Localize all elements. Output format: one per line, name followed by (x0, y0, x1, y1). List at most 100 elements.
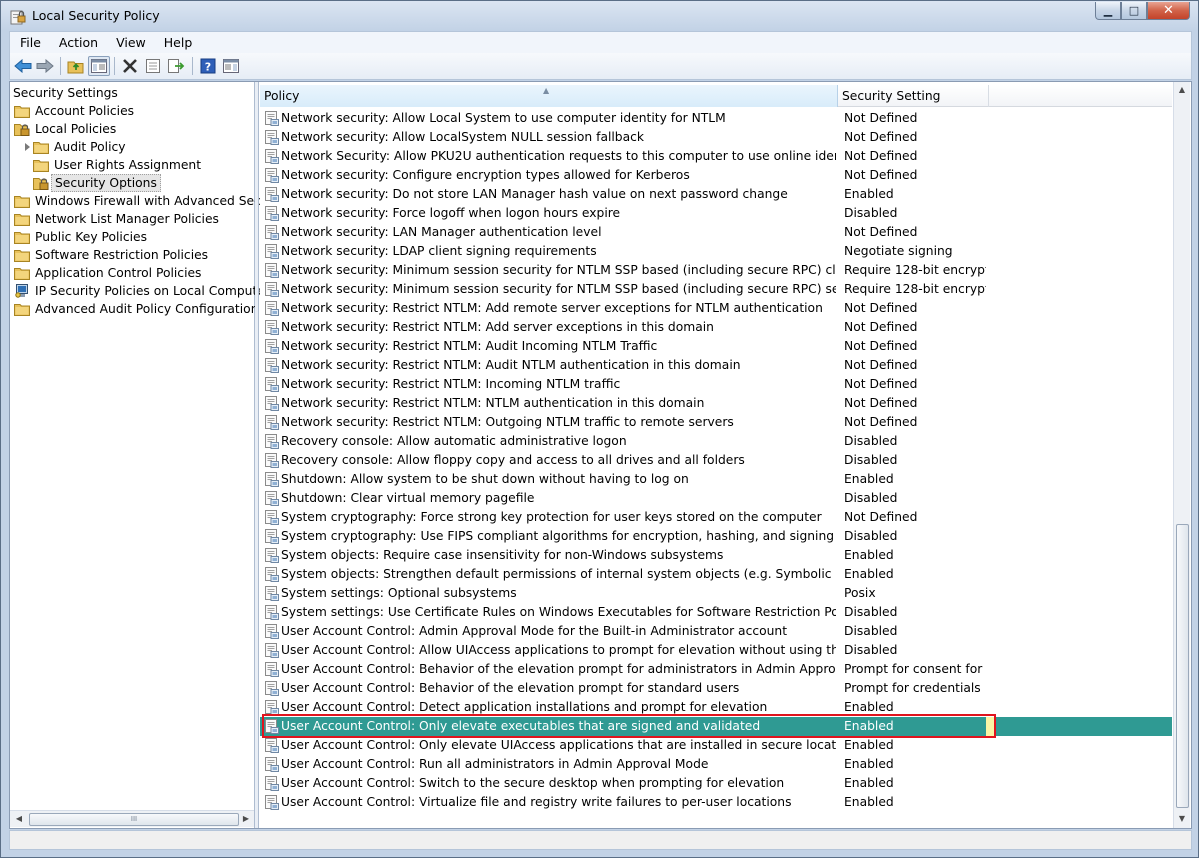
security-setting-value: Not Defined (844, 358, 918, 372)
policy-row[interactable]: Network security: Minimum session securi… (260, 261, 1172, 280)
column-header-policy[interactable]: ▲ Policy (260, 85, 838, 107)
policy-icon (265, 396, 279, 411)
tree-item-public-key-policies[interactable]: Public Key Policies (10, 228, 255, 246)
policy-row[interactable]: Network security: LDAP client signing re… (260, 242, 1172, 261)
policy-icon (265, 130, 279, 145)
menu-file[interactable]: File (10, 35, 49, 50)
policy-row[interactable]: System settings: Optional subsystems Posi… (260, 584, 1172, 603)
policy-row[interactable]: User Account Control: Switch to the secu… (260, 774, 1172, 793)
policy-row[interactable]: Recovery console: Allow automatic admini… (260, 432, 1172, 451)
security-setting-value: Not Defined (844, 510, 918, 524)
help-icon[interactable]: ? (197, 56, 219, 76)
policy-row[interactable]: Network security: Restrict NTLM: Audit N… (260, 356, 1172, 375)
policy-row[interactable]: Network security: LAN Manager authentica… (260, 223, 1172, 242)
menu-action[interactable]: Action (49, 35, 106, 50)
tree-item-software-restriction-policies[interactable]: Software Restriction Policies (10, 246, 255, 264)
pane-splitter[interactable] (255, 82, 259, 828)
policy-row[interactable]: User Account Control: Only elevate UIAcc… (260, 736, 1172, 755)
console-tree: Security Settings Account Policies Local P… (10, 84, 289, 318)
policy-icon (265, 415, 279, 430)
policy-row[interactable]: Shutdown: Clear virtual memory pagefile D… (260, 489, 1172, 508)
policy-row[interactable]: Network security: Allow LocalSystem NULL… (260, 128, 1172, 147)
tree-item-security-settings[interactable]: Security Settings (10, 84, 255, 102)
console-tree-pane: Security Settings Account Policies Local P… (10, 82, 289, 828)
tree-item-application-control-policies[interactable]: Application Control Policies (10, 264, 255, 282)
policy-row[interactable]: Network security: Minimum session securi… (260, 280, 1172, 299)
menu-bar: File Action View Help (9, 31, 1192, 53)
tree-item-account-policies[interactable]: Account Policies (10, 102, 255, 120)
policy-row[interactable]: Network security: Force logoff when logo… (260, 204, 1172, 223)
policy-row[interactable]: Network security: Restrict NTLM: Incomin… (260, 375, 1172, 394)
tree-item-ip-security-policies-on-local-computer[interactable]: IP Security Policies on Local Computer (10, 282, 270, 300)
tree-item-network-list-manager-policies[interactable]: Network List Manager Policies (10, 210, 255, 228)
close-button[interactable]: ✕ (1147, 2, 1190, 20)
policy-row[interactable]: Network security: Restrict NTLM: Audit I… (260, 337, 1172, 356)
scroll-thumb[interactable]: III (29, 813, 239, 826)
menu-view[interactable]: View (106, 35, 154, 50)
policy-row[interactable]: User Account Control: Admin Approval Mod… (260, 622, 1172, 641)
tree-item-label: Windows Firewall with Advanced Security (35, 194, 290, 208)
show-hide-action-pane-icon[interactable] (220, 56, 242, 76)
security-setting-value: Enabled (844, 187, 894, 201)
policy-name: Network security: Restrict NTLM: Audit I… (281, 339, 658, 353)
show-hide-tree-icon[interactable] (88, 56, 110, 76)
back-arrow-icon[interactable] (12, 56, 34, 76)
policy-row[interactable]: System settings: Use Certificate Rules o… (260, 603, 1172, 622)
tree-item-security-options[interactable]: Security Options (10, 174, 255, 192)
policy-icon (265, 643, 279, 658)
policy-row[interactable]: Network security: Allow Local System to … (260, 109, 1172, 128)
policy-row[interactable]: User Account Control: Behavior of the el… (260, 679, 1172, 698)
scroll-down-icon[interactable]: ▼ (1176, 812, 1188, 826)
tree-item-audit-policy[interactable]: Audit Policy (10, 138, 255, 156)
policy-row[interactable]: User Account Control: Behavior of the el… (260, 660, 1172, 679)
policy-row[interactable]: Recovery console: Allow floppy copy and … (260, 451, 1172, 470)
folder-icon (33, 140, 49, 154)
properties-icon[interactable] (142, 56, 164, 76)
menu-help[interactable]: Help (154, 35, 201, 50)
list-vertical-scrollbar[interactable]: ▲ ▼ (1173, 82, 1190, 828)
tree-item-user-rights-assignment[interactable]: User Rights Assignment (10, 156, 255, 174)
minimize-button[interactable]: ▁ (1095, 2, 1121, 20)
column-header-security-setting[interactable]: Security Setting (838, 85, 989, 107)
security-setting-value: Disabled (844, 605, 898, 619)
scroll-right-icon[interactable]: ▶ (239, 813, 253, 825)
folder-icon (14, 266, 30, 280)
policy-row[interactable]: Network security: Do not store LAN Manag… (260, 185, 1172, 204)
policy-row[interactable]: Network security: Restrict NTLM: Add ser… (260, 318, 1172, 337)
details-pane: ▲ Policy Security Setting Network securi… (260, 82, 1191, 828)
tree-item-local-policies[interactable]: Local Policies (10, 120, 255, 138)
policy-row[interactable]: System cryptography: Use FIPS compliant … (260, 527, 1172, 546)
tree-item-advanced-audit-policy-configuration[interactable]: Advanced Audit Policy Configuration (10, 300, 258, 318)
policy-row[interactable]: Shutdown: Allow system to be shut down w… (260, 470, 1172, 489)
up-folder-icon[interactable] (65, 56, 87, 76)
policy-row[interactable]: System objects: Require case insensitivi… (260, 546, 1172, 565)
tree-item-windows-firewall-with-advanced-security[interactable]: Windows Firewall with Advanced Security (10, 192, 289, 210)
forward-arrow-icon[interactable] (34, 56, 56, 76)
policy-row[interactable]: User Account Control: Virtualize file an… (260, 793, 1172, 812)
policy-icon (265, 472, 279, 487)
security-setting-value: Posix (844, 586, 876, 600)
scroll-thumb[interactable] (1176, 524, 1189, 808)
scroll-up-icon[interactable]: ▲ (1176, 83, 1188, 97)
policy-row-selected[interactable]: User Account Control: Only elevate execu… (260, 717, 1172, 736)
policy-row[interactable]: User Account Control: Allow UIAccess app… (260, 641, 1172, 660)
policy-row[interactable]: Network security: Restrict NTLM: Outgoin… (260, 413, 1172, 432)
policy-row[interactable]: Network Security: Allow PKU2U authentica… (260, 147, 1172, 166)
policy-row[interactable]: Network security: Restrict NTLM: Add rem… (260, 299, 1172, 318)
expand-icon[interactable] (25, 143, 30, 151)
security-setting-value: Enabled (844, 700, 894, 714)
title-bar[interactable]: Local Security Policy ▁ □ ✕ (1, 1, 1198, 31)
tree-horizontal-scrollbar[interactable]: ◀ III ▶ (10, 810, 254, 827)
security-setting-value: Not Defined (844, 301, 918, 315)
delete-icon[interactable] (119, 56, 141, 76)
policy-row[interactable]: User Account Control: Detect application… (260, 698, 1172, 717)
export-list-icon[interactable] (165, 56, 187, 76)
scroll-left-icon[interactable]: ◀ (12, 813, 26, 825)
policy-row[interactable]: Network security: Restrict NTLM: NTLM au… (260, 394, 1172, 413)
policy-row[interactable]: System objects: Strengthen default permi… (260, 565, 1172, 584)
policy-row[interactable]: System cryptography: Force strong key pr… (260, 508, 1172, 527)
maximize-button[interactable]: □ (1121, 2, 1147, 20)
policy-row[interactable]: User Account Control: Run all administra… (260, 755, 1172, 774)
policy-row[interactable]: Network security: Configure encryption t… (260, 166, 1172, 185)
policy-name: Network security: Do not store LAN Manag… (281, 187, 788, 201)
